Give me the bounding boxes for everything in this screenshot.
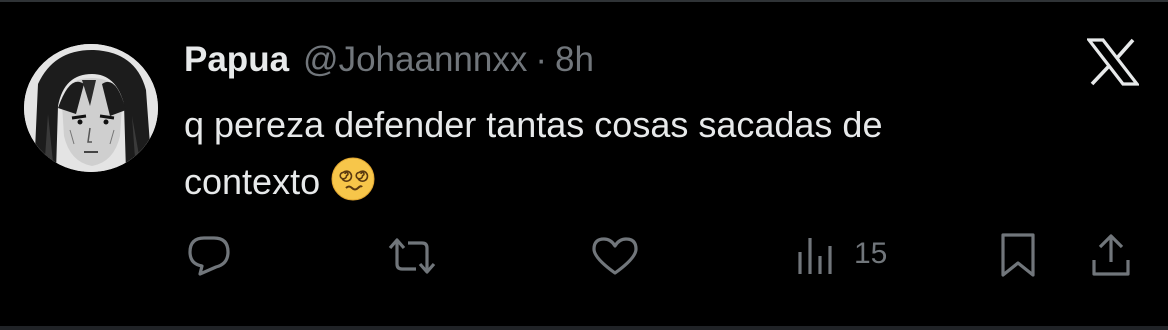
tweet-text-line-2-text: contexto xyxy=(184,161,321,202)
bottom-divider xyxy=(0,326,1168,330)
top-divider xyxy=(0,0,1168,2)
bookmark-button[interactable] xyxy=(998,232,1038,278)
tweet-text-line-2: contexto xyxy=(184,153,1084,210)
user-handle[interactable]: @Johaannnxx xyxy=(303,40,527,80)
share-icon xyxy=(1090,232,1132,278)
views-count: 15 xyxy=(854,237,888,270)
display-name[interactable]: Papua xyxy=(184,40,289,80)
bookmark-icon xyxy=(998,232,1038,278)
heart-icon xyxy=(590,236,640,276)
retweet-icon xyxy=(386,236,438,276)
reply-icon xyxy=(186,234,232,276)
tweet-text-line-1: q pereza defender tantas cosas sacadas d… xyxy=(184,104,883,145)
face-with-spiral-eyes-icon xyxy=(330,156,376,202)
views-button[interactable]: 15 xyxy=(796,234,887,274)
retweet-button[interactable] xyxy=(386,236,438,276)
like-button[interactable] xyxy=(590,236,640,276)
x-logo-icon xyxy=(1085,38,1141,86)
share-button[interactable] xyxy=(1090,232,1132,278)
avatar[interactable] xyxy=(24,44,158,172)
tweet-header: Papua @Johaannnxx · 8h xyxy=(184,36,594,84)
tweet-text: q pereza defender tantas cosas sacadas d… xyxy=(184,96,1084,210)
reply-button[interactable] xyxy=(186,234,232,276)
separator-dot: · xyxy=(535,40,547,79)
views-icon xyxy=(796,234,836,274)
timestamp[interactable]: 8h xyxy=(555,40,594,80)
action-bar: 15 xyxy=(0,230,1168,280)
